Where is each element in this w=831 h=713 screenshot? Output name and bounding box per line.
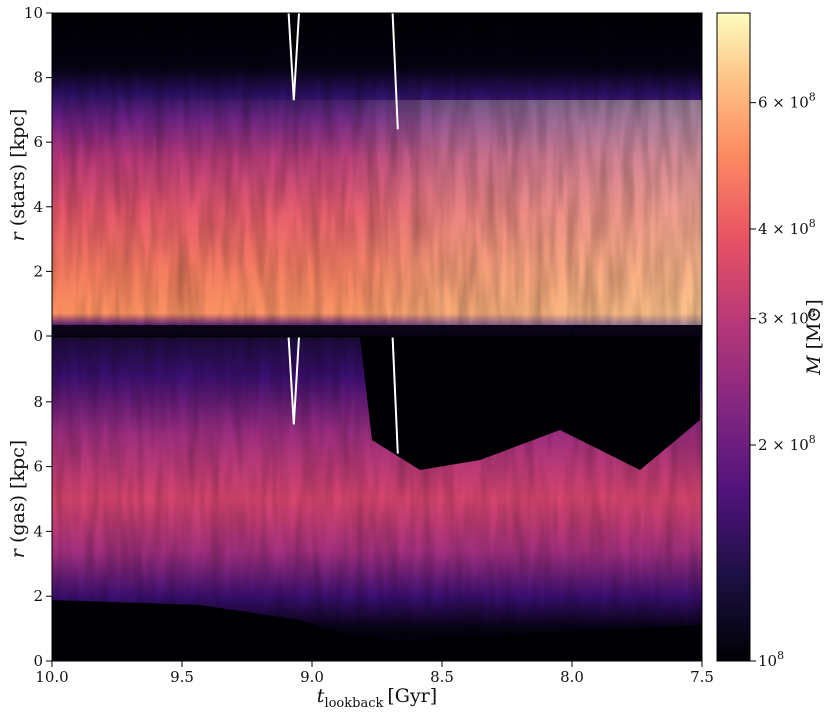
x-tick-label: 9.5 xyxy=(170,668,194,686)
stars-center-band xyxy=(52,325,702,336)
stars-y-tick-label: 6 xyxy=(33,133,43,151)
gas-y-tick-label: 6 xyxy=(33,458,43,476)
stars-y-tick-label: 8 xyxy=(33,69,43,87)
stars-y-label: r (stars) [kpc] xyxy=(7,109,29,242)
stars-heatmap-texture xyxy=(52,13,702,336)
stars-y-tick-label: 10 xyxy=(24,4,43,22)
gas-y-ticks: 02468 xyxy=(33,393,52,670)
gas-y-label: r (gas) [kpc] xyxy=(7,440,29,558)
x-tick-label: 9.0 xyxy=(300,668,324,686)
colorbar-tick-label: 108 xyxy=(758,649,784,670)
gas-y-tick-label: 8 xyxy=(33,393,43,411)
colorbar-tick-label: 6 × 108 xyxy=(758,91,816,112)
gas-panel xyxy=(52,337,702,661)
stars-y-tick-label: 2 xyxy=(33,262,43,280)
x-tick-label: 8.5 xyxy=(430,668,454,686)
x-tick-label: 8.0 xyxy=(560,668,584,686)
gas-y-tick-label: 4 xyxy=(33,522,43,540)
gas-y-tick-label: 2 xyxy=(33,587,43,605)
stars-y-tick-label: 0 xyxy=(33,327,43,345)
x-axis-label: tlookback [Gyr] xyxy=(317,685,437,711)
colorbar-label: M [M⊙] xyxy=(803,299,825,376)
x-tick-label: 7.5 xyxy=(690,668,714,686)
x-tick-label: 10.0 xyxy=(35,668,68,686)
colorbar-ticks: 1082 × 1083 × 1084 × 1086 × 108 xyxy=(750,91,816,670)
colorbar-tick-label: 2 × 108 xyxy=(758,433,816,454)
colorbar-tick-label: 4 × 108 xyxy=(758,217,816,238)
stars-y-tick-label: 4 xyxy=(33,198,43,216)
colorbar xyxy=(716,12,751,662)
figure-canvas: 0246810 02468 10.0 9.5 9.0 8.5 8.0 7.5 r (sta… xyxy=(7,4,825,711)
stars-panel xyxy=(52,13,702,336)
